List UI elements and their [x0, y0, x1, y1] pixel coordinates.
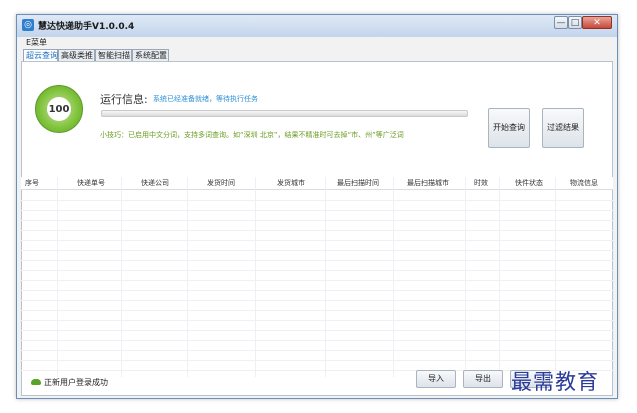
column-header-ship-time[interactable]: 发货时间 — [191, 178, 251, 188]
column-header-status[interactable]: 快件状态 — [507, 178, 551, 188]
title-bar: ◎ 慧达快递助手V1.0.0.4 — □ ✕ — [17, 15, 617, 37]
column-divider — [57, 177, 58, 377]
tab-settings[interactable]: 系统配置 — [132, 49, 169, 61]
table-header: 序号 快递单号 快递公司 发货时间 发货城市 最后扫描时间 最后扫描城市 时效 … — [21, 177, 613, 190]
column-divider — [255, 177, 256, 377]
maximize-button[interactable]: □ — [568, 16, 582, 29]
gauge-value: 100 — [46, 96, 72, 122]
column-header-last-scan-city[interactable]: 最后扫描城市 — [396, 178, 460, 188]
tab-smart-scan[interactable]: 智能扫描 — [95, 49, 132, 61]
column-header-last-scan-time[interactable]: 最后扫描时间 — [326, 178, 390, 188]
column-header-ship-city[interactable]: 发货城市 — [259, 178, 323, 188]
status-label: 运行信息: — [100, 93, 148, 106]
menu-item-main[interactable]: E菜单 — [26, 37, 47, 48]
cloud-icon — [31, 379, 41, 385]
status-message: 系统已经准备就绪，等待执行任务 — [153, 95, 258, 103]
tab-cloud-query[interactable]: 超云查询 — [23, 49, 58, 61]
column-header-duration[interactable]: 时效 — [469, 178, 493, 188]
app-window: ◎ 慧达快递助手V1.0.0.4 — □ ✕ E菜单 超云查询 高级类推 智能扫… — [16, 14, 618, 399]
login-status: 正新用户登录成功 — [44, 378, 108, 387]
export-button[interactable]: 导出 — [463, 370, 503, 388]
column-divider — [121, 177, 122, 377]
minimize-button[interactable]: — — [554, 16, 568, 29]
import-button[interactable]: 导入 — [416, 370, 456, 388]
window-title: 慧达快递助手V1.0.0.4 — [38, 22, 135, 32]
tab-advanced[interactable]: 高级类推 — [58, 49, 95, 61]
column-header-courier[interactable]: 快递公司 — [125, 178, 185, 188]
results-table: 序号 快递单号 快递公司 发货时间 发货城市 最后扫描时间 最后扫描城市 时效 … — [21, 177, 613, 377]
column-divider — [393, 177, 394, 377]
column-divider — [465, 177, 466, 377]
status-gauge: 100 — [35, 85, 83, 133]
progress-bar — [101, 110, 468, 117]
column-divider — [187, 177, 188, 377]
start-query-button[interactable]: 开始查询 — [488, 108, 530, 148]
column-divider — [499, 177, 500, 377]
column-header-index[interactable]: 序号 — [23, 178, 41, 188]
column-divider — [325, 177, 326, 377]
column-header-tracking-number[interactable]: 快递单号 — [61, 178, 121, 188]
tip-text: 小技巧：已启用中文分词，支持多词查询。如“深圳 北京”，结果不精准时可去掉“市、… — [100, 131, 404, 139]
column-divider — [555, 177, 556, 377]
close-button[interactable]: ✕ — [582, 16, 612, 29]
menu-bar: E菜单 — [17, 37, 617, 48]
filter-results-button[interactable]: 过滤结果 — [542, 108, 584, 148]
app-logo-icon: ◎ — [22, 19, 34, 31]
watermark-text: 最需教育 — [511, 370, 599, 394]
column-header-logistics[interactable]: 物流信息 — [559, 178, 609, 188]
